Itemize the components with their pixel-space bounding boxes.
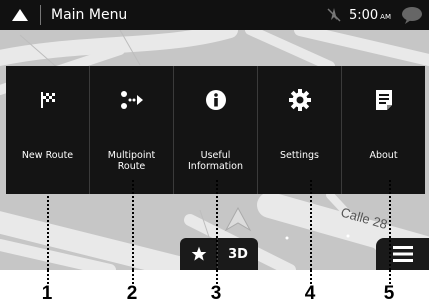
document-icon [372,88,396,112]
hamburger-menu-icon [392,246,413,262]
info-icon [204,88,228,112]
message-icon[interactable] [401,6,423,24]
callout-number-4: 4 [304,283,316,304]
callout-line-2 [132,180,134,270]
status-divider [40,5,41,25]
callout-line-3 [216,180,218,270]
page-title: Main Menu [51,7,128,23]
callout-number-2: 2 [126,283,138,304]
callout-line-3-ext [216,270,218,284]
clock-ampm: AM [380,13,391,21]
multipoint-route-icon [120,88,144,112]
callout-line-2-ext [132,270,134,284]
callout-line-4 [310,180,312,270]
view-3d-button[interactable]: 3D [218,238,258,270]
about-button[interactable]: About [342,66,425,194]
callout-line-5 [389,180,391,270]
useful-information-label: Useful Information [188,150,243,172]
settings-button[interactable]: Settings [258,66,342,194]
up-arrow-icon [12,9,28,21]
useful-information-button[interactable]: Useful Information [174,66,258,194]
checkered-flag-icon [36,88,60,112]
multipoint-route-button[interactable]: Multipoint Route [90,66,174,194]
callout-line-1-ext [47,270,49,284]
settings-label: Settings [280,150,319,161]
callout-line-5-ext [389,270,391,284]
favorites-button[interactable] [180,238,218,270]
status-indicators: 5:00 AM [325,0,429,30]
callout-number-1: 1 [41,283,53,304]
clock-time: 5:00 [348,7,379,23]
device-screen: Calle 28 Main Menu 5:00 AM New Route Mul… [0,0,429,270]
gps-off-icon [327,8,341,22]
main-menu-panel: New Route Multipoint Route Useful Inform… [6,66,425,194]
view-controls: 3D [180,238,258,270]
about-label: About [369,150,398,161]
callout-number-5: 5 [383,283,395,304]
new-route-label: New Route [21,150,74,161]
star-icon [191,246,206,261]
map-menu-button[interactable] [376,238,429,270]
back-button[interactable] [0,0,40,30]
status-bar: Main Menu 5:00 AM [0,0,429,30]
gear-icon [288,88,312,112]
callout-line-1 [47,196,49,270]
callout-line-4-ext [310,270,312,284]
callout-number-3: 3 [210,283,222,304]
multipoint-route-label: Multipoint Route [107,150,156,172]
new-route-button[interactable]: New Route [6,66,90,194]
